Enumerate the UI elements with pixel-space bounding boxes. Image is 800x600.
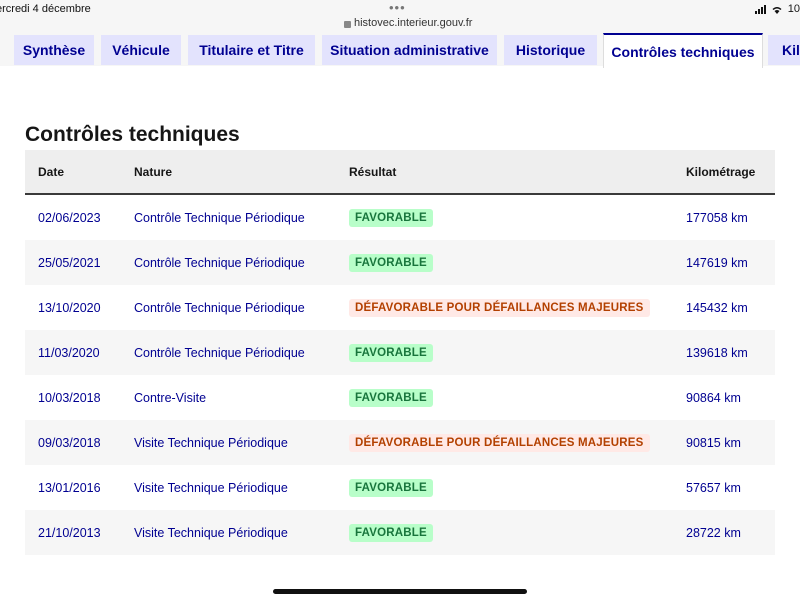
cell-date: 21/10/2013: [25, 510, 134, 555]
cell-result: DÉFAVORABLE POUR DÉFAILLANCES MAJEURES: [349, 420, 686, 465]
cell-mileage: 139618 km: [686, 330, 775, 375]
cell-nature: Contrôle Technique Périodique: [134, 285, 349, 330]
tab-titulaire[interactable]: Titulaire et Titre: [188, 35, 315, 65]
cell-result: FAVORABLE: [349, 465, 686, 510]
cell-mileage: 90864 km: [686, 375, 775, 420]
status-badge: DÉFAVORABLE POUR DÉFAILLANCES MAJEURES: [349, 298, 650, 317]
home-indicator[interactable]: [273, 589, 527, 594]
cell-mileage: 28722 km: [686, 510, 775, 555]
cell-nature: Visite Technique Périodique: [134, 420, 349, 465]
technical-inspections-table: Date Nature Résultat Kilométrage 02/06/2…: [25, 150, 775, 555]
tab-vehicule[interactable]: Véhicule: [101, 35, 181, 65]
cell-nature: Contrôle Technique Périodique: [134, 330, 349, 375]
table-row: 11/03/2020 Contrôle Technique Périodique F…: [25, 330, 775, 375]
cell-date: 25/05/2021: [25, 240, 134, 285]
tab-kilometrage[interactable]: Kilo: [768, 35, 800, 65]
column-header-nature: Nature: [134, 150, 349, 195]
status-badge: FAVORABLE: [349, 388, 433, 407]
column-header-date: Date: [25, 150, 134, 195]
status-badge: FAVORABLE: [349, 478, 433, 497]
status-date: ercredi 4 décembre: [0, 3, 91, 15]
cell-nature: Visite Technique Périodique: [134, 510, 349, 555]
table-row: 10/03/2018 Contre-Visite FAVORABLE 90864 km: [25, 375, 775, 420]
signal-icon: [754, 4, 766, 14]
cell-mileage: 147619 km: [686, 240, 775, 285]
table-row: 02/06/2023 Contrôle Technique Périodique F…: [25, 194, 775, 240]
status-badge: FAVORABLE: [349, 523, 433, 542]
cell-result: FAVORABLE: [349, 510, 686, 555]
cell-nature: Contrôle Technique Périodique: [134, 194, 349, 240]
cell-mileage: 90815 km: [686, 420, 775, 465]
page-title: Contrôles techniques: [25, 123, 240, 146]
tab-controles-techniques[interactable]: Contrôles techniques: [603, 33, 763, 68]
cell-mileage: 145432 km: [686, 285, 775, 330]
tab-synthese[interactable]: Synthèse: [14, 35, 94, 65]
cell-nature: Contrôle Technique Périodique: [134, 240, 349, 285]
cell-date: 02/06/2023: [25, 194, 134, 240]
status-indicators: 10: [754, 3, 800, 15]
cell-result: DÉFAVORABLE POUR DÉFAILLANCES MAJEURES: [349, 285, 686, 330]
status-bar: ercredi 4 décembre ••• histovec.interieu…: [0, 0, 800, 34]
lock-icon: [344, 20, 351, 28]
column-header-mileage: Kilométrage: [686, 150, 775, 195]
cell-nature: Contre-Visite: [134, 375, 349, 420]
battery-percent: 10: [787, 3, 800, 15]
table-header-row: Date Nature Résultat Kilométrage: [25, 150, 775, 195]
cell-result: FAVORABLE: [349, 194, 686, 240]
cell-result: FAVORABLE: [349, 375, 686, 420]
cell-mileage: 177058 km: [686, 194, 775, 240]
table-row: 13/01/2016 Visite Technique Périodique FAV…: [25, 465, 775, 510]
status-badge: FAVORABLE: [349, 253, 433, 272]
cell-result: FAVORABLE: [349, 330, 686, 375]
cell-result: FAVORABLE: [349, 240, 686, 285]
status-badge: FAVORABLE: [349, 343, 433, 362]
url-text: histovec.interieur.gouv.fr: [354, 17, 473, 29]
column-header-result: Résultat: [349, 150, 686, 195]
more-dots-icon[interactable]: •••: [389, 0, 406, 15]
status-badge: DÉFAVORABLE POUR DÉFAILLANCES MAJEURES: [349, 433, 650, 452]
tab-situation[interactable]: Situation administrative: [322, 35, 497, 65]
tab-historique[interactable]: Historique: [504, 35, 597, 65]
status-badge: FAVORABLE: [349, 208, 433, 227]
table-row: 21/10/2013 Visite Technique Périodique FAV…: [25, 510, 775, 555]
cell-date: 10/03/2018: [25, 375, 134, 420]
address-bar[interactable]: histovec.interieur.gouv.fr: [344, 17, 472, 29]
cell-date: 09/03/2018: [25, 420, 134, 465]
cell-mileage: 57657 km: [686, 465, 775, 510]
wifi-icon: [772, 6, 782, 14]
table-row: 13/10/2020 Contrôle Technique Périodique D…: [25, 285, 775, 330]
cell-date: 13/10/2020: [25, 285, 134, 330]
cell-date: 13/01/2016: [25, 465, 134, 510]
table-row: 25/05/2021 Contrôle Technique Périodique F…: [25, 240, 775, 285]
cell-nature: Visite Technique Périodique: [134, 465, 349, 510]
table-row: 09/03/2018 Visite Technique Périodique DÉF…: [25, 420, 775, 465]
cell-date: 11/03/2020: [25, 330, 134, 375]
